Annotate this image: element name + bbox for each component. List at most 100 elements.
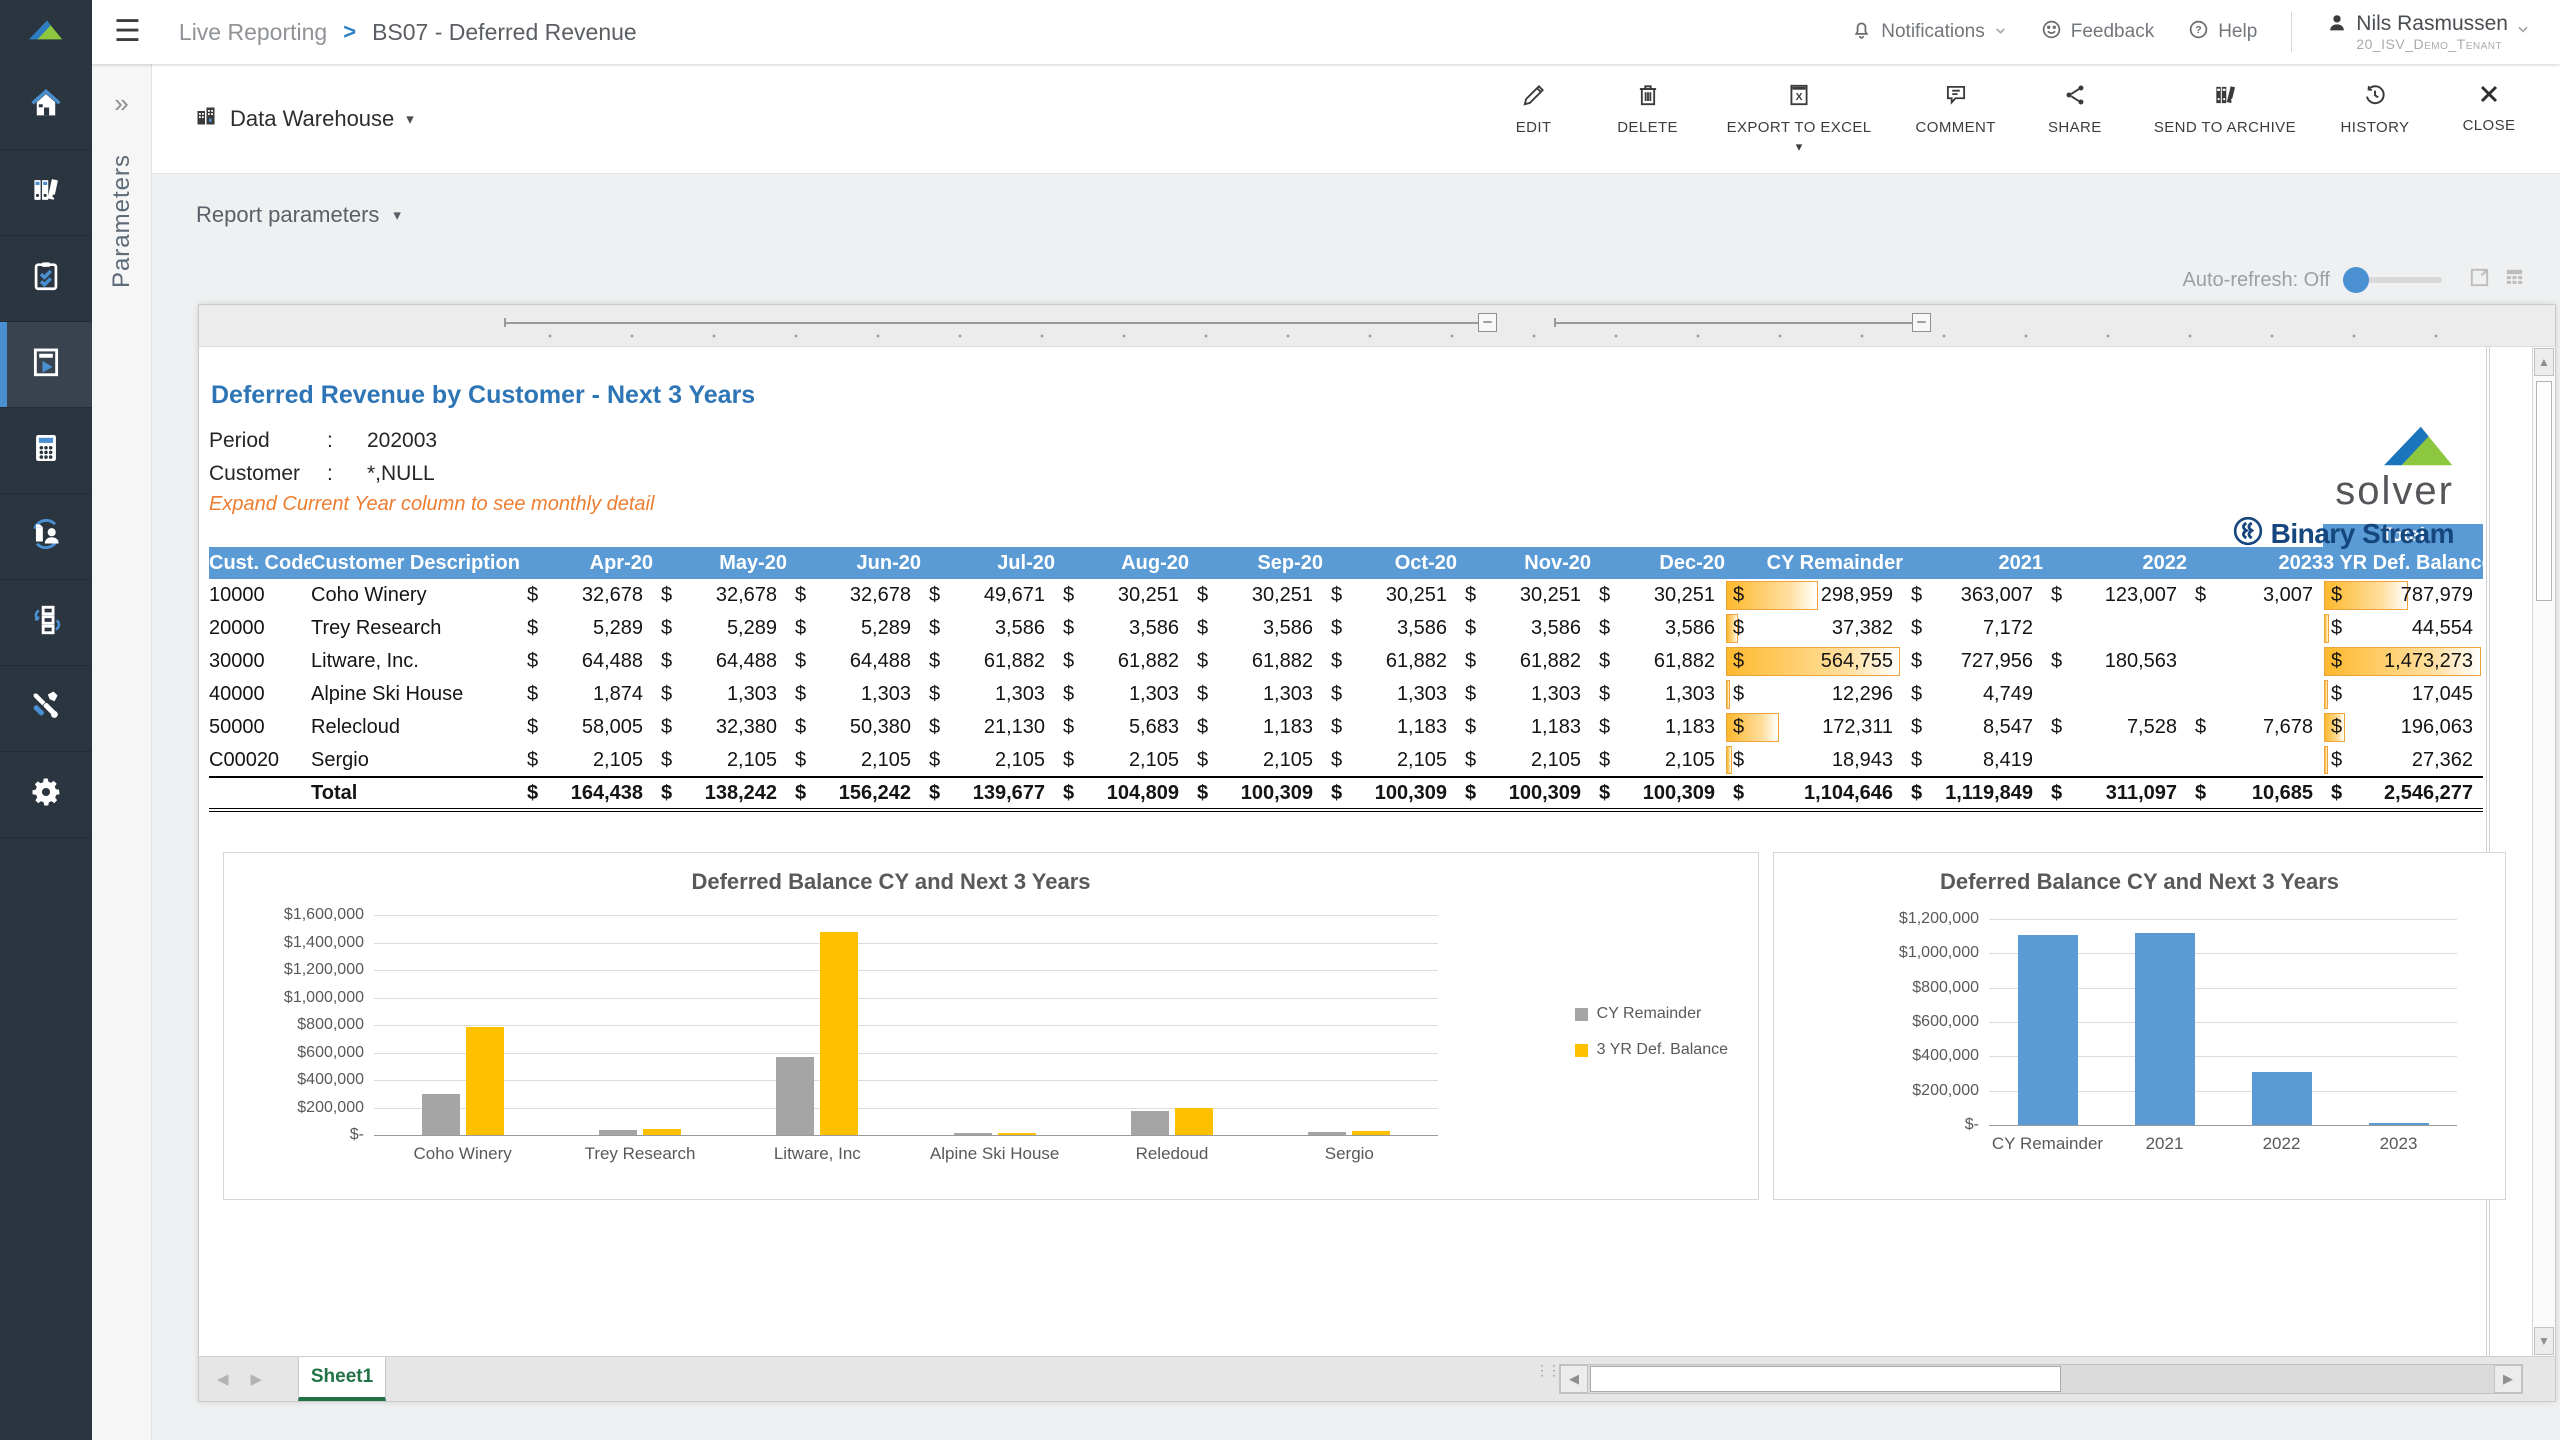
x-axis-label: 2021	[2106, 1125, 2223, 1154]
table-row: 50000Relecloud$58,005$32,380$50,380$21,1…	[209, 711, 2483, 744]
action-edit-pencil[interactable]: EDIT	[1499, 82, 1569, 136]
sidebar-item-user-document-sync[interactable]	[0, 494, 92, 580]
bar	[1131, 1111, 1169, 1135]
sidebar-item-settings[interactable]	[0, 752, 92, 838]
table-cell: $5,289	[787, 612, 921, 645]
table-cell	[2043, 524, 2187, 547]
horizontal-scrollbar[interactable]: ◀ ▶	[1559, 1364, 2523, 1394]
solver-logo	[2384, 425, 2454, 472]
y-axis-label: $1,000,000	[1899, 944, 1979, 962]
parameters-rail-label[interactable]: Parameters	[108, 154, 136, 288]
logos: solver Binary Stream	[2233, 425, 2454, 551]
sidebar-item-admin-tools[interactable]	[0, 666, 92, 752]
expand-parameters-icon[interactable]: »	[92, 88, 151, 119]
action-delete-trash[interactable]: DELETE	[1613, 82, 1683, 136]
task-checklist-icon	[29, 259, 63, 298]
horizontal-scroll-track[interactable]	[1588, 1365, 2494, 1393]
table-cell: $3,586	[1323, 612, 1457, 645]
table-cell: $2,105	[1055, 744, 1189, 777]
action-history-clock[interactable]: HISTORY	[2340, 82, 2410, 136]
column-header: Jun-20	[787, 547, 921, 579]
collapse-group-button[interactable]: –	[1912, 313, 1931, 332]
deferred-revenue-table: TotalCust. CodeCustomer DescriptionApr-2…	[209, 524, 2483, 812]
collapse-group-button[interactable]: –	[1478, 313, 1497, 332]
table-cell: $180,563	[2043, 645, 2187, 678]
user-menu[interactable]: Nils Rasmussen 20_ISV_Demo_Tenant	[2326, 12, 2530, 51]
table-cell: $164,438	[519, 777, 653, 810]
table-cell: $61,882	[921, 645, 1055, 678]
autorefresh-toggle[interactable]	[2346, 277, 2442, 283]
report-parameters-toggle[interactable]: Report parameters ▾	[152, 174, 2560, 256]
report-viewport: – – Deferred Revenue by Customer - Next …	[198, 304, 2556, 1402]
customer-code: 50000	[209, 711, 311, 744]
sidebar-item-home[interactable]	[0, 64, 92, 150]
x-axis-label: Coho Winery	[374, 1135, 551, 1164]
action-export-excel[interactable]: XEXPORT TO EXCEL▾	[1727, 82, 1872, 155]
customer-code: 20000	[209, 612, 311, 645]
document-archive-icon	[29, 173, 63, 212]
table-cell: $50,380	[787, 711, 921, 744]
expand-report-icon[interactable]	[2468, 266, 2491, 294]
data-source-selector[interactable]: Data Warehouse ▾	[194, 104, 414, 133]
table-cell: $30,251	[1189, 579, 1323, 612]
main-content: Data Warehouse ▾ EDIT DELETE XEXPORT TO EX…	[152, 64, 2560, 1440]
breadcrumb-section[interactable]: Live Reporting	[179, 19, 327, 46]
feedback-button[interactable]: Feedback	[2041, 19, 2154, 46]
column-header: 2021	[1903, 547, 2043, 579]
vertical-scroll-thumb[interactable]	[2536, 381, 2552, 601]
x-axis-label: Reledoud	[1083, 1135, 1260, 1164]
action-label: HISTORY	[2341, 119, 2410, 136]
bar-group	[1989, 919, 2106, 1125]
sidebar-item-live-reporting[interactable]	[0, 322, 92, 408]
scrollbar-resize-handle[interactable]: ⋮⋮	[1535, 1366, 1559, 1375]
table-cell: $32,678	[519, 579, 653, 612]
x-axis-label: Litware, Inc	[729, 1135, 906, 1164]
table-row: C00020Sergio$2,105$2,105$2,105$2,105$2,1…	[209, 744, 2483, 777]
chevron-down-icon	[1994, 21, 2007, 43]
binary-stream-icon	[2233, 516, 2263, 551]
x-axis-labels: CY Remainder202120222023	[1989, 1125, 2457, 1154]
sidebar-item-budgeting[interactable]	[0, 408, 92, 494]
user-document-sync-icon	[28, 516, 64, 557]
sheet-tab[interactable]: Sheet1	[298, 1357, 386, 1401]
table-cell	[209, 524, 311, 547]
action-comment-bubble[interactable]: COMMENT	[1916, 82, 1996, 136]
table-cell: $32,678	[653, 579, 787, 612]
table-cell: $27,362	[2323, 744, 2483, 777]
sidebar-item-process-flow[interactable]	[0, 580, 92, 666]
action-send-archive[interactable]: SEND TO ARCHIVE	[2154, 82, 2296, 136]
vertical-scrollbar[interactable]: ▲ ▼	[2532, 347, 2555, 1356]
autorefresh-knob[interactable]	[2343, 267, 2369, 293]
edit-pencil-icon	[1521, 82, 1547, 113]
table-cell: $21,130	[921, 711, 1055, 744]
table-cell: $1,303	[1591, 678, 1725, 711]
table-cell: $1,303	[1189, 678, 1323, 711]
action-share[interactable]: SHARE	[2040, 82, 2110, 136]
action-close-x[interactable]: CLOSE	[2454, 82, 2524, 134]
chart-plot-area: $-$200,000$400,000$600,000$800,000$1,000…	[1989, 919, 2457, 1125]
hamburger-menu-icon[interactable]: ☰	[114, 17, 141, 47]
table-cell	[1725, 524, 1903, 547]
scroll-left-button[interactable]: ◀	[1560, 1365, 1588, 1393]
table-cell: $30,251	[1323, 579, 1457, 612]
breadcrumb-page: BS07 - Deferred Revenue	[372, 19, 637, 46]
column-header: CY Remainder	[1725, 547, 1903, 579]
next-sheet-arrow[interactable]: ▶	[251, 1370, 263, 1388]
table-cell: $64,488	[519, 645, 653, 678]
notifications-button[interactable]: Notifications	[1851, 19, 2007, 46]
sidebar-item-document-archive[interactable]	[0, 150, 92, 236]
table-cell: $7,172	[1903, 612, 2043, 645]
horizontal-scroll-thumb[interactable]	[1590, 1366, 2061, 1392]
solver-logo-icon	[29, 18, 63, 47]
table-cell: $30,251	[1055, 579, 1189, 612]
export-excel-icon: X	[1786, 82, 1812, 113]
scroll-right-button[interactable]: ▶	[2494, 1365, 2522, 1393]
table-row: 30000Litware, Inc.$64,488$64,488$64,488$…	[209, 645, 2483, 678]
scroll-up-button[interactable]: ▲	[2534, 348, 2554, 376]
help-button[interactable]: ? Help	[2188, 19, 2257, 46]
scroll-down-button[interactable]: ▼	[2534, 1327, 2554, 1355]
help-label: Help	[2218, 21, 2257, 43]
sidebar-item-task-checklist[interactable]	[0, 236, 92, 322]
prev-sheet-arrow[interactable]: ◀	[217, 1370, 229, 1388]
grid-view-icon[interactable]	[2503, 266, 2526, 294]
